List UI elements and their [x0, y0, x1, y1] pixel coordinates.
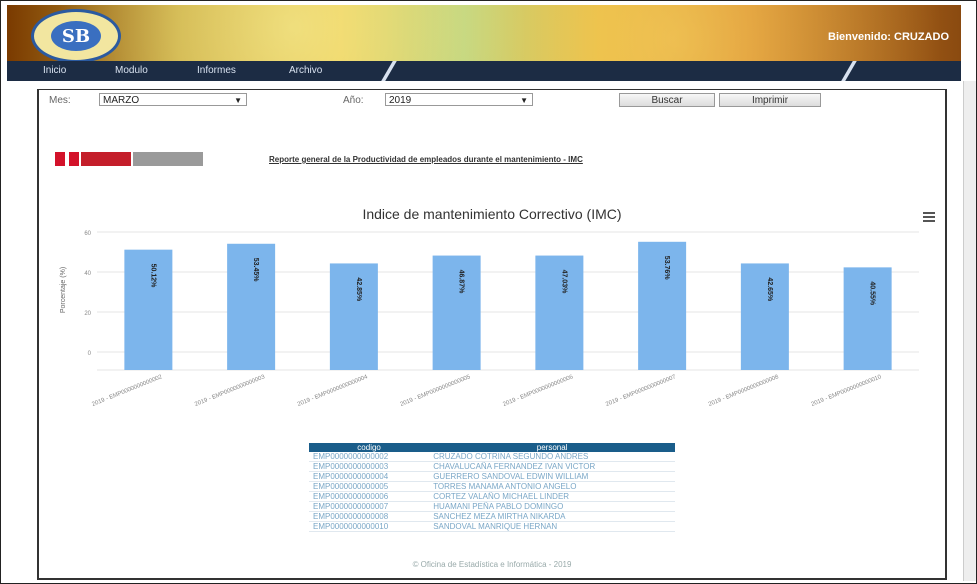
- print-button[interactable]: Imprimir: [719, 93, 821, 107]
- data-label: 40.55%: [869, 281, 876, 306]
- y-tick-label: 0: [88, 351, 92, 357]
- y-tick-label: 40: [84, 271, 91, 277]
- cell-code: EMP0000000000007: [309, 501, 430, 512]
- nav-modulo[interactable]: Modulo: [115, 65, 148, 76]
- bar[interactable]: [227, 243, 276, 370]
- nav-informes[interactable]: Informes: [197, 65, 236, 76]
- month-label: Mes:: [49, 95, 71, 106]
- nav-decoration: [841, 61, 857, 81]
- cell-personal: TORRES MANAMA ANTONIO ANGELO: [429, 481, 675, 492]
- table-row: EMP0000000000010 SANDOVAL MANRIQUE HERNAN: [309, 521, 675, 532]
- cell-personal: SANCHEZ MEZA MIRTHA NIKARDA: [429, 511, 675, 522]
- cell-personal: CRUZADO COTRINA SEGUNDO ANDRES: [429, 452, 675, 462]
- cell-personal: SANDOVAL MANRIQUE HERNAN: [429, 521, 675, 532]
- chevron-down-icon: ▼: [520, 96, 528, 105]
- x-axis-labels: 2019 - EMP0000000000002 2019 - EMP0000000…: [91, 374, 883, 408]
- nav-archivo[interactable]: Archivo: [289, 65, 322, 76]
- employee-table: codigo personal EMP0000000000002 CRUZADO …: [309, 443, 675, 532]
- y-axis-ticks: 60 40 20 0: [84, 231, 91, 357]
- bar[interactable]: [843, 267, 892, 370]
- footer-text: © Oficina de Estadística e Informática -…: [412, 560, 572, 569]
- data-label: 42.85%: [355, 277, 362, 302]
- cell-personal: HUAMANI PEÑA PABLO DOMINGO: [429, 501, 675, 512]
- cell-code: EMP0000000000005: [309, 481, 430, 492]
- x-tick-label: 2019 - EMP0000000000002: [91, 374, 163, 408]
- logo-text: SB: [51, 21, 101, 51]
- data-label: 50.12%: [149, 264, 156, 289]
- bar[interactable]: [535, 255, 584, 370]
- data-label: 46.87%: [458, 270, 465, 295]
- x-tick-label: 2019 - EMP0000000000004: [297, 374, 369, 408]
- cell-code: EMP0000000000003: [309, 461, 430, 472]
- cell-personal: CHAVALUCAÑA FERNANDEZ IVAN VICTOR: [429, 461, 675, 472]
- nav-decoration: [381, 61, 397, 81]
- cell-code: EMP0000000000006: [309, 491, 430, 502]
- y-tick-label: 20: [84, 311, 91, 317]
- table-row: EMP0000000000005 TORRES MANAMA ANTONIO AN…: [309, 481, 675, 492]
- cell-code: EMP0000000000010: [309, 521, 430, 532]
- bar[interactable]: [740, 263, 789, 370]
- bar[interactable]: [432, 255, 481, 370]
- year-select[interactable]: 2019 ▼: [385, 93, 533, 106]
- search-button[interactable]: Buscar: [619, 93, 715, 107]
- table-row: EMP0000000000003 CHAVALUCAÑA FERNANDEZ IV…: [309, 461, 675, 472]
- employee-table-wrap: codigo personal EMP0000000000002 CRUZADO …: [309, 443, 675, 532]
- welcome-text: Bienvenido: CRUZADO: [828, 31, 949, 43]
- month-select-value: MARZO: [103, 95, 140, 106]
- x-tick-label: 2019 - EMP0000000000005: [400, 374, 472, 408]
- data-label: 47.03%: [560, 270, 567, 295]
- column-header-code: codigo: [309, 443, 430, 452]
- cell-code: EMP0000000000004: [309, 471, 430, 482]
- x-tick-label: 2019 - EMP0000000000006: [502, 374, 574, 408]
- table-row: EMP0000000000002 CRUZADO COTRINA SEGUNDO …: [309, 452, 675, 462]
- government-logo: [55, 152, 215, 166]
- x-tick-label: 2019 - EMP0000000000003: [194, 374, 266, 408]
- cell-code: EMP0000000000002: [309, 452, 430, 462]
- nav-inicio[interactable]: Inicio: [43, 65, 66, 76]
- table-row: EMP0000000000006 CORTEZ VALAÑO MICHAEL LI…: [309, 491, 675, 502]
- x-tick-label: 2019 - EMP0000000000007: [605, 374, 677, 408]
- y-tick-label: 60: [84, 231, 91, 237]
- report-title: Reporte general de la Productividad de e…: [269, 155, 583, 164]
- column-header-personal: personal: [429, 443, 675, 452]
- cell-code: EMP0000000000008: [309, 511, 430, 522]
- bar[interactable]: [124, 249, 173, 370]
- year-label: Año:: [343, 95, 364, 106]
- cell-personal: CORTEZ VALAÑO MICHAEL LINDER: [429, 491, 675, 502]
- cell-personal: GUERRERO SANDOVAL EDWIN WILLIAM: [429, 471, 675, 482]
- table-row: EMP0000000000008 SANCHEZ MEZA MIRTHA NIKA…: [309, 511, 675, 522]
- month-select[interactable]: MARZO ▼: [99, 93, 247, 106]
- data-label: 53.76%: [663, 256, 670, 281]
- bar[interactable]: [329, 263, 378, 370]
- x-tick-label: 2019 - EMP0000000000008: [708, 374, 780, 408]
- institution-logo: SB: [31, 9, 121, 61]
- chart-grid: [97, 231, 919, 371]
- x-tick-label: 2019 - EMP0000000000010: [811, 374, 883, 408]
- bar[interactable]: [638, 241, 687, 370]
- app-window: SB Bienvenido: CRUZADO Inicio Modulo Inf…: [0, 0, 977, 584]
- data-label: 53.45%: [252, 258, 259, 283]
- y-axis-label: Porcentaje (%): [60, 267, 67, 313]
- main-nav: Inicio Modulo Informes Archivo: [7, 61, 961, 81]
- chart-bars: 50.12% 53.45% 42.85% 46.87% 47.03% 53.76% 42.6…: [124, 241, 892, 370]
- chevron-down-icon: ▼: [234, 96, 242, 105]
- header-banner: SB Bienvenido: CRUZADO: [7, 5, 961, 61]
- table-row: EMP0000000000007 HUAMANI PEÑA PABLO DOMIN…: [309, 501, 675, 512]
- page-scrollbar[interactable]: [963, 81, 976, 581]
- bar-chart: 60 40 20 0 Porcentaje (%) 50.12% 53.45% 42.85…: [60, 231, 919, 408]
- report-panel: Mes: MARZO ▼ Año: 2019 ▼ Buscar Imprimir…: [37, 89, 947, 580]
- data-label: 42.65%: [766, 277, 773, 302]
- table-row: EMP0000000000004 GUERRERO SANDOVAL EDWIN …: [309, 471, 675, 482]
- year-select-value: 2019: [389, 95, 412, 106]
